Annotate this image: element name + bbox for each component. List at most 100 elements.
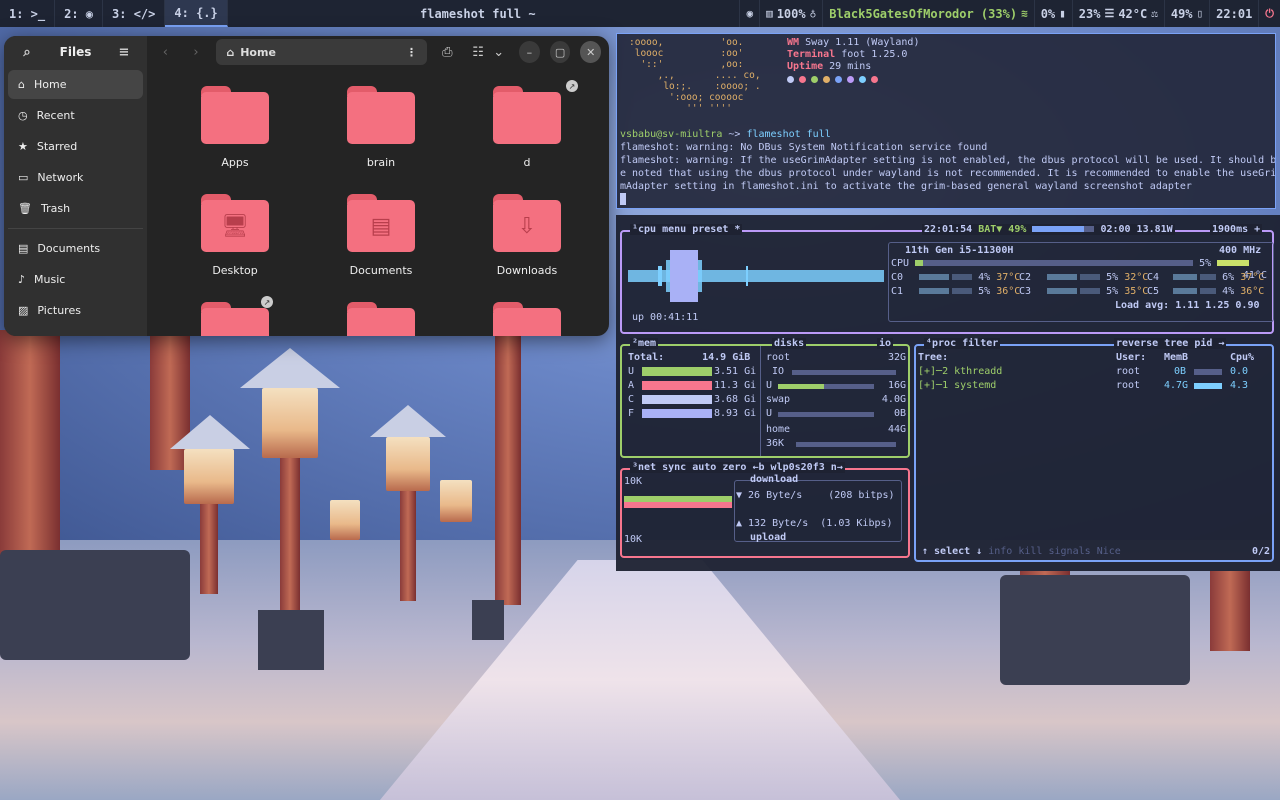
clock-module[interactable]: 22:01 xyxy=(1209,0,1258,27)
wallpaper-stone-base xyxy=(472,600,504,640)
folder-downloads[interactable]: ⇩ Downloads xyxy=(477,194,577,277)
sort-pid-button[interactable]: pid → xyxy=(1194,338,1224,349)
interface-selector[interactable]: ←b wlp0s20f3 n→ xyxy=(753,462,843,473)
sidebar-item-documents[interactable]: ▤ Documents xyxy=(8,234,143,263)
disk-root-used-bar xyxy=(778,384,824,389)
folder-partial[interactable] xyxy=(477,302,577,336)
process-row[interactable]: [+]─1 systemd root 4.7G 4.3 xyxy=(918,380,1270,391)
sidebar-item-label: Pictures xyxy=(37,304,81,317)
status-modules: ◉ ▥ 100% ♁ Black5GatesOfMorodor (33%) ≋ … xyxy=(739,0,1280,27)
info-button[interactable]: info xyxy=(988,546,1012,557)
hamburger-menu-icon[interactable]: ≡ xyxy=(113,41,135,63)
maximize-button[interactable]: ▢ xyxy=(549,41,571,63)
cpu-value: 0% xyxy=(1040,6,1056,21)
zero-toggle[interactable]: zero xyxy=(722,462,746,473)
sidebar-item-pictures[interactable]: ▨ Pictures xyxy=(8,296,143,325)
sidebar-item-label: Home xyxy=(33,78,67,91)
mem-row-used: U xyxy=(628,366,635,377)
folder-apps[interactable]: Apps xyxy=(185,86,285,169)
battery-value: 49% xyxy=(1170,6,1193,21)
folder-d[interactable]: d ↗ xyxy=(477,80,578,169)
terminal-window[interactable]: :oooo, 'oo. loooc :oo' '::' ,oo: ,., ...… xyxy=(616,33,1276,209)
wallpaper-lantern xyxy=(330,500,360,540)
preset-button[interactable]: preset * xyxy=(692,224,740,235)
power-button[interactable]: ⏻ xyxy=(1258,0,1280,27)
download-label: download xyxy=(750,474,799,485)
back-arrow-icon[interactable]: ‹ xyxy=(155,41,176,63)
trash-icon: 🗑 xyxy=(18,202,32,215)
folder-brain[interactable]: brain xyxy=(331,86,431,169)
forward-arrow-icon[interactable]: › xyxy=(186,41,207,63)
update-interval[interactable]: 1900ms + xyxy=(1210,224,1263,235)
more-options-icon[interactable]: ⋮ xyxy=(406,46,417,59)
folder-desktop[interactable]: 🖥 Desktop xyxy=(185,194,285,277)
workspace-2-button[interactable]: 2: ◉ xyxy=(55,0,104,27)
sidebar-item-starred[interactable]: ★ Starred xyxy=(8,132,143,161)
core-c4: C4 6% 37°C xyxy=(1147,272,1265,283)
cpu-panel: ¹cpu menu preset * 22:01:54 BAT▼ 49% 02:… xyxy=(620,224,1274,334)
output-line: flameshot: warning: If the useGrimAdapte… xyxy=(620,155,1276,166)
volume-module[interactable]: ▥ 100% ♁ xyxy=(759,0,822,27)
close-button[interactable]: ✕ xyxy=(580,41,602,63)
desktop-icon: 🖥 xyxy=(201,200,269,252)
search-icon[interactable]: ⌕ xyxy=(16,41,38,63)
screenshot-icon[interactable]: ⎙ xyxy=(437,41,458,63)
process-row[interactable]: [+]─2 kthreadd root 0B 0.0 xyxy=(918,366,1270,377)
select-control[interactable]: ↑ select ↓ xyxy=(922,546,982,557)
sidebar-item-home[interactable]: ⌂ Home xyxy=(8,70,143,99)
sidebar-item-music[interactable]: ♪ Music xyxy=(8,265,143,294)
kill-button[interactable]: kill xyxy=(1018,546,1042,557)
idle-inhibitor[interactable]: ◉ xyxy=(739,0,759,27)
process-footer: ↑ select ↓ info kill signals Nice 0/2 xyxy=(922,546,1270,557)
io-toggle[interactable]: io xyxy=(877,338,894,349)
signals-button[interactable]: signals xyxy=(1049,546,1091,557)
reverse-toggle[interactable]: reverse xyxy=(1116,338,1158,349)
filter-button[interactable]: filter xyxy=(962,338,998,349)
menu-button[interactable]: menu xyxy=(662,224,686,235)
symlink-badge-icon: ↗ xyxy=(261,296,273,308)
location-pathbar[interactable]: ⌂ Home ⋮ xyxy=(216,39,428,65)
sidebar-item-label: Network xyxy=(37,171,84,184)
files-app-title: Files xyxy=(59,45,92,59)
minimize-button[interactable]: – xyxy=(519,41,540,63)
focused-window-title: flameshot full ~ xyxy=(420,6,536,21)
sidebar-item-recent[interactable]: ◷ Recent xyxy=(8,101,143,130)
folder-icon: 🖥 xyxy=(201,194,269,252)
mem-row-available: A xyxy=(628,380,635,391)
palette-dot xyxy=(799,76,806,83)
wifi-module[interactable]: Black5GatesOfMorodor (33%) ≋ xyxy=(822,0,1033,27)
cpu-usage-graph xyxy=(628,250,884,302)
wallpaper-lantern xyxy=(184,449,234,504)
view-toggle-icon[interactable]: ☷ xyxy=(468,41,489,63)
workspace-1-button[interactable]: 1: >_ xyxy=(0,0,56,27)
folder-icon xyxy=(201,86,269,144)
auto-toggle[interactable]: auto xyxy=(692,462,716,473)
btop-window[interactable]: ¹cpu menu preset * 22:01:54 BAT▼ 49% 02:… xyxy=(616,215,1280,571)
folder-partial[interactable]: ↗ xyxy=(185,296,285,336)
wallpaper-lantern xyxy=(262,388,318,458)
folder-label: Desktop xyxy=(212,264,258,277)
folder-label: Downloads xyxy=(496,264,558,277)
nice-button[interactable]: Nice xyxy=(1097,546,1121,557)
sidebar-item-trash[interactable]: 🗑 Trash xyxy=(8,194,143,223)
chevron-down-icon[interactable]: ⌄ xyxy=(488,41,509,63)
folder-documents[interactable]: ▤ Documents xyxy=(331,194,431,277)
battery-module[interactable]: 49% ▯ xyxy=(1163,0,1209,27)
cpu-panel-title: ¹cpu menu preset * xyxy=(630,224,743,235)
disk-home-io: 36K xyxy=(766,438,785,449)
star-icon: ★ xyxy=(18,140,28,153)
sidebar-item-network[interactable]: ▭ Network xyxy=(8,163,143,192)
document-icon: ▤ xyxy=(18,242,29,255)
mem-value-available: 11.3 Gi xyxy=(714,380,757,391)
memory-module[interactable]: 23% ☰ 42°C ⚖ xyxy=(1071,0,1164,27)
wifi-name: Black5GatesOfMorodor (33%) xyxy=(829,6,1018,21)
tree-toggle[interactable]: tree xyxy=(1164,338,1188,349)
sync-toggle[interactable]: sync xyxy=(662,462,686,473)
cpu-frequency: 400 MHz xyxy=(1219,245,1262,256)
workspace-3-button[interactable]: 3: </> xyxy=(103,0,166,27)
workspace-4-button[interactable]: 4: {.} xyxy=(165,0,228,27)
cpu-module[interactable]: 0% ▮ xyxy=(1033,0,1072,27)
clock-value: 22:01 xyxy=(1216,6,1253,21)
wallpaper-lantern-post xyxy=(200,504,218,594)
folder-partial[interactable] xyxy=(331,302,431,336)
